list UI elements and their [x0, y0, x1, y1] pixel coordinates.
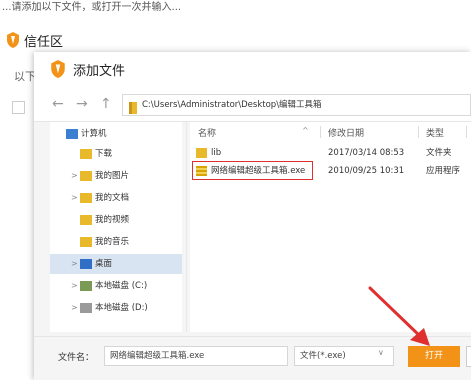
expand-arrow-icon[interactable]: >	[71, 254, 78, 274]
folder-download-icon	[80, 149, 92, 159]
forward-arrow-icon[interactable]: →	[76, 96, 88, 112]
tree-item[interactable]: 计算机	[50, 124, 182, 144]
expand-arrow-icon[interactable]: >	[71, 166, 78, 186]
tree-item[interactable]: 我的视频	[50, 210, 182, 230]
column-separator[interactable]	[418, 126, 419, 138]
address-path: C:\Users\Administrator\Desktop\编辑工具箱	[142, 100, 322, 110]
tree-item-label: 我的视频	[95, 215, 130, 225]
tree-item[interactable]: 我的音乐	[50, 232, 182, 252]
dialog-shield-icon	[50, 60, 66, 82]
file-name: lib	[211, 148, 222, 158]
folder-videos-icon	[80, 215, 92, 225]
column-header-name[interactable]: 名称	[198, 126, 216, 139]
dialog-title: 添加文件	[73, 64, 126, 79]
expand-arrow-icon[interactable]: >	[71, 276, 78, 296]
file-type: 应用程序	[426, 166, 461, 176]
background-checkbox[interactable]	[12, 101, 25, 114]
tree-item-label: 桌面	[95, 259, 113, 269]
background-title-bar	[0, 28, 471, 52]
tree-item-label: 我的音乐	[95, 237, 130, 247]
pane-divider[interactable]	[186, 122, 187, 332]
address-folder-icon	[128, 99, 138, 118]
background-app-title: 信任区	[24, 35, 64, 50]
top-strip-text: ...请添加以下文件，或打开一次并输入...	[2, 2, 182, 13]
background-left-text: 以下	[14, 70, 36, 83]
tree-item-label: 我的文档	[95, 193, 130, 203]
up-arrow-icon[interactable]: ↑	[100, 96, 112, 112]
folder-music-icon	[80, 237, 92, 247]
drive-c-icon	[80, 281, 92, 291]
folder-pictures-icon	[80, 171, 92, 181]
column-separator[interactable]	[466, 126, 467, 138]
file-type: 文件夹	[426, 148, 452, 158]
red-annotation-arrow	[360, 280, 440, 354]
column-header-type[interactable]: 类型	[426, 126, 444, 139]
tree-item[interactable]: > 本地磁盘 (D:)	[50, 298, 182, 318]
tree-item[interactable]: > 我的图片	[50, 166, 182, 186]
sort-up-icon: ^	[302, 126, 309, 135]
tree-item[interactable]: 下载	[50, 144, 182, 164]
cancel-button[interactable]	[466, 346, 471, 367]
file-highlight-box	[192, 161, 313, 180]
folder-icon	[196, 148, 207, 158]
navigation-tree: 计算机下载 > 我的图片 > 我的文档我的视频我的音乐 > 桌面 > 本地磁盘 (C:) > 本地磁…	[50, 122, 182, 332]
filename-input[interactable]: 网络编辑超级工具箱.exe	[104, 346, 288, 366]
tree-item[interactable]: > 本地磁盘 (C:)	[50, 276, 182, 296]
folder-documents-icon	[80, 193, 92, 203]
expand-arrow-icon[interactable]: >	[71, 188, 78, 208]
file-modified: 2017/03/14 08:53	[328, 148, 405, 158]
drive-d-icon	[80, 303, 92, 313]
tree-item-label: 本地磁盘 (C:)	[95, 281, 148, 291]
tree-item-label: 计算机	[81, 129, 107, 139]
tree-item-label: 本地磁盘 (D:)	[95, 303, 148, 313]
column-header-modified[interactable]: 修改日期	[328, 126, 364, 139]
column-separator[interactable]	[320, 126, 321, 138]
file-row[interactable]: lib 2017/03/14 08:53 文件夹	[192, 144, 471, 162]
tree-item[interactable]: > 我的文档	[50, 188, 182, 208]
tree-item[interactable]: > 桌面	[50, 254, 182, 274]
back-arrow-icon[interactable]: ←	[52, 96, 64, 112]
computer-icon	[66, 129, 78, 139]
tree-item-label: 下载	[95, 149, 113, 159]
shield-logo-icon	[6, 32, 20, 52]
filename-label: 文件名：	[58, 353, 95, 363]
expand-arrow-icon[interactable]: >	[71, 298, 78, 318]
file-modified: 2010/09/25 10:31	[328, 166, 405, 176]
desktop-icon	[80, 259, 92, 269]
tree-item-label: 我的图片	[95, 171, 130, 181]
